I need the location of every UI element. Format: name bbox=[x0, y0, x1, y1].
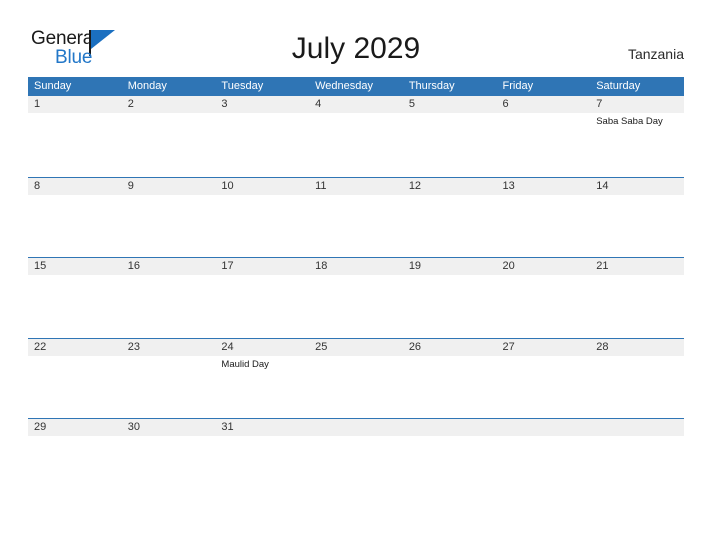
day-number: 12 bbox=[408, 179, 422, 192]
day-number: 6 bbox=[502, 98, 509, 110]
day-cell[interactable]: 24 Maulid Day bbox=[215, 339, 309, 419]
day-number: 25 bbox=[315, 340, 328, 353]
day-cell[interactable]: 13 bbox=[497, 178, 591, 258]
day-number: 7 bbox=[596, 98, 603, 110]
week-cells: 29 30 31 bbox=[28, 419, 684, 499]
day-number: 19 bbox=[408, 260, 422, 272]
day-number: 15 bbox=[34, 260, 47, 272]
day-cell[interactable]: 14 bbox=[590, 178, 684, 258]
day-cell[interactable]: 5 bbox=[403, 96, 497, 177]
day-cell[interactable]: 30 bbox=[122, 419, 216, 499]
weekday-header-row: Sunday Monday Tuesday Wednesday Thursday… bbox=[28, 77, 684, 96]
week-cells: 8 9 10 11 12 13 14 bbox=[28, 178, 684, 258]
calendar-week-row: 22 23 24 Maulid Day 25 26 27 28 bbox=[28, 337, 684, 419]
weekday-header-tuesday: Tuesday bbox=[221, 80, 264, 92]
day-events: Saba Saba Day bbox=[596, 115, 684, 128]
day-number: 9 bbox=[127, 179, 134, 192]
day-number: 26 bbox=[408, 340, 422, 353]
day-cell[interactable]: 19 bbox=[403, 258, 497, 338]
day-number: 5 bbox=[408, 98, 415, 110]
day-number: 14 bbox=[596, 179, 609, 192]
day-number: 28 bbox=[596, 340, 609, 353]
weekday-header-saturday: Saturday bbox=[596, 80, 641, 92]
day-cell-empty bbox=[309, 419, 403, 499]
day-number: 21 bbox=[596, 260, 609, 272]
day-number: 20 bbox=[502, 260, 515, 272]
day-cell[interactable]: 7 Saba Saba Day bbox=[590, 96, 684, 177]
day-cell[interactable]: 29 bbox=[28, 419, 122, 499]
day-cell[interactable]: 27 bbox=[497, 339, 591, 419]
weekday-header-sunday: Sunday bbox=[34, 80, 72, 92]
day-cell[interactable]: 25 bbox=[309, 339, 403, 419]
day-cell-empty bbox=[590, 419, 684, 499]
week-cells: 1 2 3 4 5 6 7 Saba Saba Day bbox=[28, 96, 684, 177]
day-number: 22 bbox=[34, 340, 47, 353]
day-number: 11 bbox=[315, 179, 327, 192]
page-title: July 2029 bbox=[291, 32, 421, 65]
day-cell[interactable]: 1 bbox=[28, 96, 122, 177]
day-cell[interactable]: 31 bbox=[215, 419, 309, 499]
day-cell[interactable]: 23 bbox=[122, 339, 216, 419]
day-number: 27 bbox=[502, 340, 515, 353]
day-number: 24 bbox=[221, 340, 234, 353]
day-number: 4 bbox=[315, 98, 322, 110]
day-number: 31 bbox=[221, 421, 234, 433]
day-cell[interactable]: 11 bbox=[309, 178, 403, 258]
day-cell[interactable]: 22 bbox=[28, 339, 122, 419]
day-number: 16 bbox=[127, 260, 140, 272]
calendar-week-row: 8 9 10 11 12 13 14 bbox=[28, 176, 684, 258]
day-number: 1 bbox=[34, 98, 41, 110]
day-cell[interactable]: 4 bbox=[309, 96, 403, 177]
day-cell-empty bbox=[497, 419, 591, 499]
day-number: 13 bbox=[502, 179, 515, 192]
day-cell[interactable]: 28 bbox=[590, 339, 684, 419]
day-cell[interactable]: 9 bbox=[122, 178, 216, 258]
day-cell[interactable]: 10 bbox=[215, 178, 309, 258]
day-number: 10 bbox=[221, 179, 234, 192]
day-cell[interactable]: 3 bbox=[215, 96, 309, 177]
day-cell[interactable]: 2 bbox=[122, 96, 216, 177]
weekday-header-thursday: Thursday bbox=[408, 80, 455, 92]
holiday-label: Maulid Day bbox=[221, 358, 269, 370]
calendar-weeks: 1 2 3 4 5 6 7 Saba Saba Day 8 9 10 11 12 13 14 15 16 17 18… bbox=[28, 96, 684, 499]
weekday-header-wednesday: Wednesday bbox=[315, 80, 373, 92]
calendar-week-row: 29 30 31 bbox=[28, 418, 684, 499]
day-number: 29 bbox=[34, 421, 47, 433]
calendar-week-row: 1 2 3 4 5 6 7 Saba Saba Day bbox=[28, 96, 684, 177]
calendar-week-row: 15 16 17 18 19 20 21 bbox=[28, 257, 684, 338]
day-cell[interactable]: 16 bbox=[122, 258, 216, 338]
page-header: General Blue July 2029 Tanzania bbox=[0, 0, 712, 76]
day-number: 2 bbox=[127, 98, 134, 110]
day-cell[interactable]: 26 bbox=[403, 339, 497, 419]
weekday-header-friday: Friday bbox=[502, 80, 534, 92]
day-number: 17 bbox=[221, 260, 234, 272]
day-number: 18 bbox=[315, 260, 328, 272]
country-label: Tanzania bbox=[627, 46, 684, 62]
day-cell[interactable]: 20 bbox=[497, 258, 591, 338]
holiday-label: Saba Saba Day bbox=[596, 116, 663, 127]
weekday-header-monday: Monday bbox=[127, 80, 167, 92]
day-cell-empty bbox=[403, 419, 497, 499]
day-number: 8 bbox=[34, 179, 41, 192]
day-cell[interactable]: 21 bbox=[590, 258, 684, 338]
day-cell[interactable]: 17 bbox=[215, 258, 309, 338]
calendar-grid: Sunday Monday Tuesday Wednesday Thursday… bbox=[28, 77, 684, 499]
day-cell[interactable]: 8 bbox=[28, 178, 122, 258]
day-number: 3 bbox=[221, 98, 228, 110]
day-number: 23 bbox=[127, 340, 140, 353]
day-cell[interactable]: 18 bbox=[309, 258, 403, 338]
day-cell[interactable]: 6 bbox=[497, 96, 591, 177]
day-cell[interactable]: 12 bbox=[403, 178, 497, 258]
day-cell[interactable]: 15 bbox=[28, 258, 122, 338]
week-cells: 22 23 24 Maulid Day 25 26 27 28 bbox=[28, 339, 684, 419]
week-cells: 15 16 17 18 19 20 21 bbox=[28, 258, 684, 338]
day-events: Maulid Day bbox=[221, 358, 309, 371]
day-number: 30 bbox=[127, 421, 140, 433]
